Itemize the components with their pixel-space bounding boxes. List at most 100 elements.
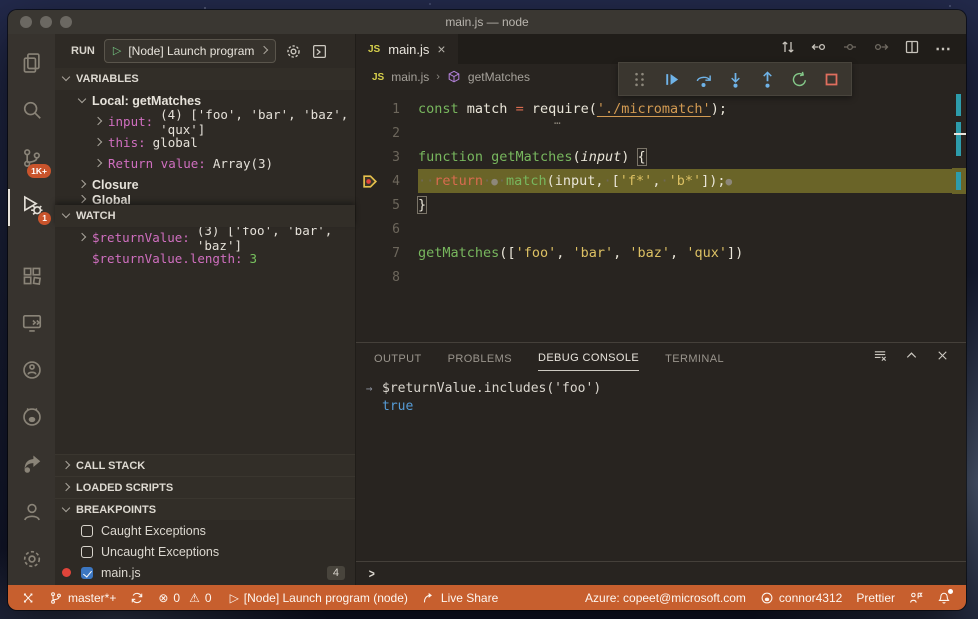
step-into-button[interactable] bbox=[721, 65, 749, 93]
remote-explorer-icon bbox=[21, 312, 43, 339]
breakpoint-checkbox[interactable] bbox=[81, 524, 93, 537]
variables-section-header[interactable]: VARIABLES bbox=[55, 68, 355, 90]
status-item-node-launch-program-node[interactable]: ▷ [Node] Launch program (node) bbox=[223, 585, 415, 610]
debug-console-output[interactable]: → $returnValue.includes('foo') true bbox=[356, 373, 966, 561]
line-number[interactable]: 3 bbox=[356, 145, 418, 169]
status-item[interactable] bbox=[902, 585, 930, 610]
step-over-button[interactable] bbox=[689, 65, 717, 93]
activity-item-explorer[interactable] bbox=[8, 42, 55, 89]
overview-mark bbox=[956, 122, 961, 156]
launch-config-label: [Node] Launch program bbox=[128, 44, 255, 58]
maximize-panel-icon[interactable] bbox=[904, 348, 919, 368]
status-item-live-share[interactable]: Live Share bbox=[415, 585, 505, 610]
close-icon[interactable]: × bbox=[437, 41, 445, 57]
code-editor[interactable]: 1 const match = require('./micromatch'); 2… bbox=[356, 90, 966, 342]
variable-value: global bbox=[152, 135, 198, 150]
panel-tab-debug-console[interactable]: DEBUG CONSOLE bbox=[537, 345, 640, 371]
stop-button[interactable] bbox=[817, 65, 845, 93]
activity-item-remote-explorer[interactable] bbox=[8, 302, 55, 349]
navigate-dot-icon[interactable] bbox=[842, 39, 858, 60]
javascript-file-icon: JS bbox=[368, 43, 381, 55]
activity-item-extensions[interactable] bbox=[8, 254, 55, 301]
launch-config-dropdown[interactable]: ▷ [Node] Launch program bbox=[103, 39, 277, 63]
navigate-forward-icon[interactable] bbox=[873, 39, 889, 60]
start-debug-icon[interactable]: ▷ bbox=[113, 45, 121, 57]
loaded-scripts-section-header[interactable]: LOADED SCRIPTS bbox=[55, 476, 355, 498]
variable-value: (4) ['foo', 'bar', 'baz', 'qux'] bbox=[160, 106, 349, 137]
line-number[interactable]: 8 bbox=[356, 265, 418, 289]
debug-console-input[interactable]: > bbox=[356, 561, 966, 585]
configure-gear-icon[interactable] bbox=[285, 43, 302, 60]
status-item[interactable]: ⊗ 0 ⚠ 0 bbox=[151, 585, 222, 610]
call-stack-section-header[interactable]: CALL STACK bbox=[55, 454, 355, 476]
watch-name: $returnValue: bbox=[92, 230, 190, 245]
variable-row[interactable]: Global bbox=[55, 195, 355, 205]
breakpoint-checkbox[interactable] bbox=[81, 545, 93, 558]
scope-label: Global bbox=[92, 195, 131, 205]
line-number[interactable]: 2 bbox=[356, 121, 418, 145]
restart-button[interactable] bbox=[785, 65, 813, 93]
variable-row[interactable]: Closure bbox=[55, 174, 355, 195]
tab-main-js[interactable]: JS main.js × bbox=[356, 34, 458, 64]
watch-section-header[interactable]: WATCH bbox=[55, 205, 355, 227]
line-number[interactable]: 5 bbox=[356, 193, 418, 217]
split-editor-icon[interactable] bbox=[904, 39, 920, 60]
debug-current-line-breakpoint-icon[interactable] bbox=[362, 173, 379, 194]
variable-row[interactable]: Return value: Array(3) bbox=[55, 153, 355, 174]
status-item-connor4312[interactable]: connor4312 bbox=[753, 585, 849, 610]
scope-label: Closure bbox=[92, 177, 139, 192]
chevron-down-icon bbox=[61, 72, 71, 82]
navigate-back-icon[interactable] bbox=[811, 39, 827, 60]
variable-row[interactable]: input: (4) ['foo', 'bar', 'baz', 'qux'] bbox=[55, 107, 355, 137]
status-label: Live Share bbox=[440, 590, 499, 605]
activity-item-settings-gear[interactable] bbox=[8, 538, 55, 585]
watch-row[interactable]: $returnValue: (3) ['foo', 'bar', 'baz'] bbox=[55, 223, 355, 253]
variables-header-label: VARIABLES bbox=[76, 73, 139, 85]
status-item[interactable] bbox=[14, 585, 42, 610]
panel-tab-output[interactable]: OUTPUT bbox=[374, 346, 422, 371]
breakpoint-checkbox[interactable] bbox=[81, 566, 93, 579]
breakpoint-row[interactable]: Caught Exceptions bbox=[55, 520, 355, 541]
panel-tab-terminal[interactable]: TERMINAL bbox=[665, 346, 724, 371]
activity-item-pull-requests[interactable] bbox=[8, 443, 55, 490]
panel-tab-problems[interactable]: PROBLEMS bbox=[448, 346, 512, 371]
line-number[interactable]: 4 bbox=[356, 169, 418, 193]
activity-item-live-share[interactable] bbox=[8, 349, 55, 396]
status-item-master[interactable]: master*+ bbox=[42, 585, 123, 610]
breadcrumb-file[interactable]: main.js bbox=[391, 70, 429, 84]
breakpoint-row[interactable]: Uncaught Exceptions bbox=[55, 541, 355, 562]
chevron-right-icon bbox=[93, 158, 103, 167]
clear-console-icon[interactable] bbox=[873, 348, 888, 368]
step-out-button[interactable] bbox=[753, 65, 781, 93]
overview-cursor-line bbox=[954, 133, 966, 135]
compare-changes-icon[interactable] bbox=[780, 39, 796, 60]
breakpoints-section-header[interactable]: BREAKPOINTS bbox=[55, 498, 355, 520]
search-icon bbox=[21, 99, 43, 126]
activity-item-source-control[interactable]: 1K+ bbox=[8, 136, 55, 183]
activity-item-github[interactable] bbox=[8, 396, 55, 443]
bottom-panel: OUTPUT PROBLEMS DEBUG CONSOLE TERMINAL →… bbox=[356, 342, 966, 585]
activity-item-accounts[interactable] bbox=[8, 491, 55, 538]
status-label: connor4312 bbox=[778, 590, 843, 605]
continue-button[interactable] bbox=[657, 65, 685, 93]
activity-item-search[interactable] bbox=[8, 89, 55, 136]
line-number[interactable]: 7 bbox=[356, 241, 418, 265]
status-item-azure-copeet-microsoft-com[interactable]: Azure: copeet@microsoft.com bbox=[578, 585, 753, 610]
status-item[interactable] bbox=[123, 585, 151, 610]
more-actions-icon[interactable]: ⋯ bbox=[935, 39, 952, 59]
watch-value: 3 bbox=[249, 251, 258, 266]
status-item-prettier[interactable]: Prettier bbox=[849, 585, 902, 610]
breadcrumb-symbol[interactable]: getMatches bbox=[468, 70, 530, 84]
status-item[interactable] bbox=[930, 585, 958, 610]
debug-sidebar: RUN ▷ [Node] Launch program VARIABLES Lo… bbox=[55, 34, 355, 585]
status-bar: master*+ ⊗ 0 ⚠ 0 ▷ [Node] Launch program (node… bbox=[8, 585, 966, 610]
line-number[interactable]: 6 bbox=[356, 217, 418, 241]
line-number[interactable]: 1 bbox=[356, 97, 418, 121]
remote-indicator-icon bbox=[21, 591, 35, 605]
activity-item-run-and-debug[interactable]: 1 bbox=[8, 184, 55, 231]
breakpoint-row[interactable]: main.js 4 bbox=[55, 562, 355, 583]
close-panel-icon[interactable] bbox=[935, 348, 950, 368]
open-debug-console-icon[interactable] bbox=[311, 43, 328, 60]
debug-play-icon: ▷ bbox=[229, 590, 239, 605]
breakpoint-label: Caught Exceptions bbox=[101, 523, 206, 538]
